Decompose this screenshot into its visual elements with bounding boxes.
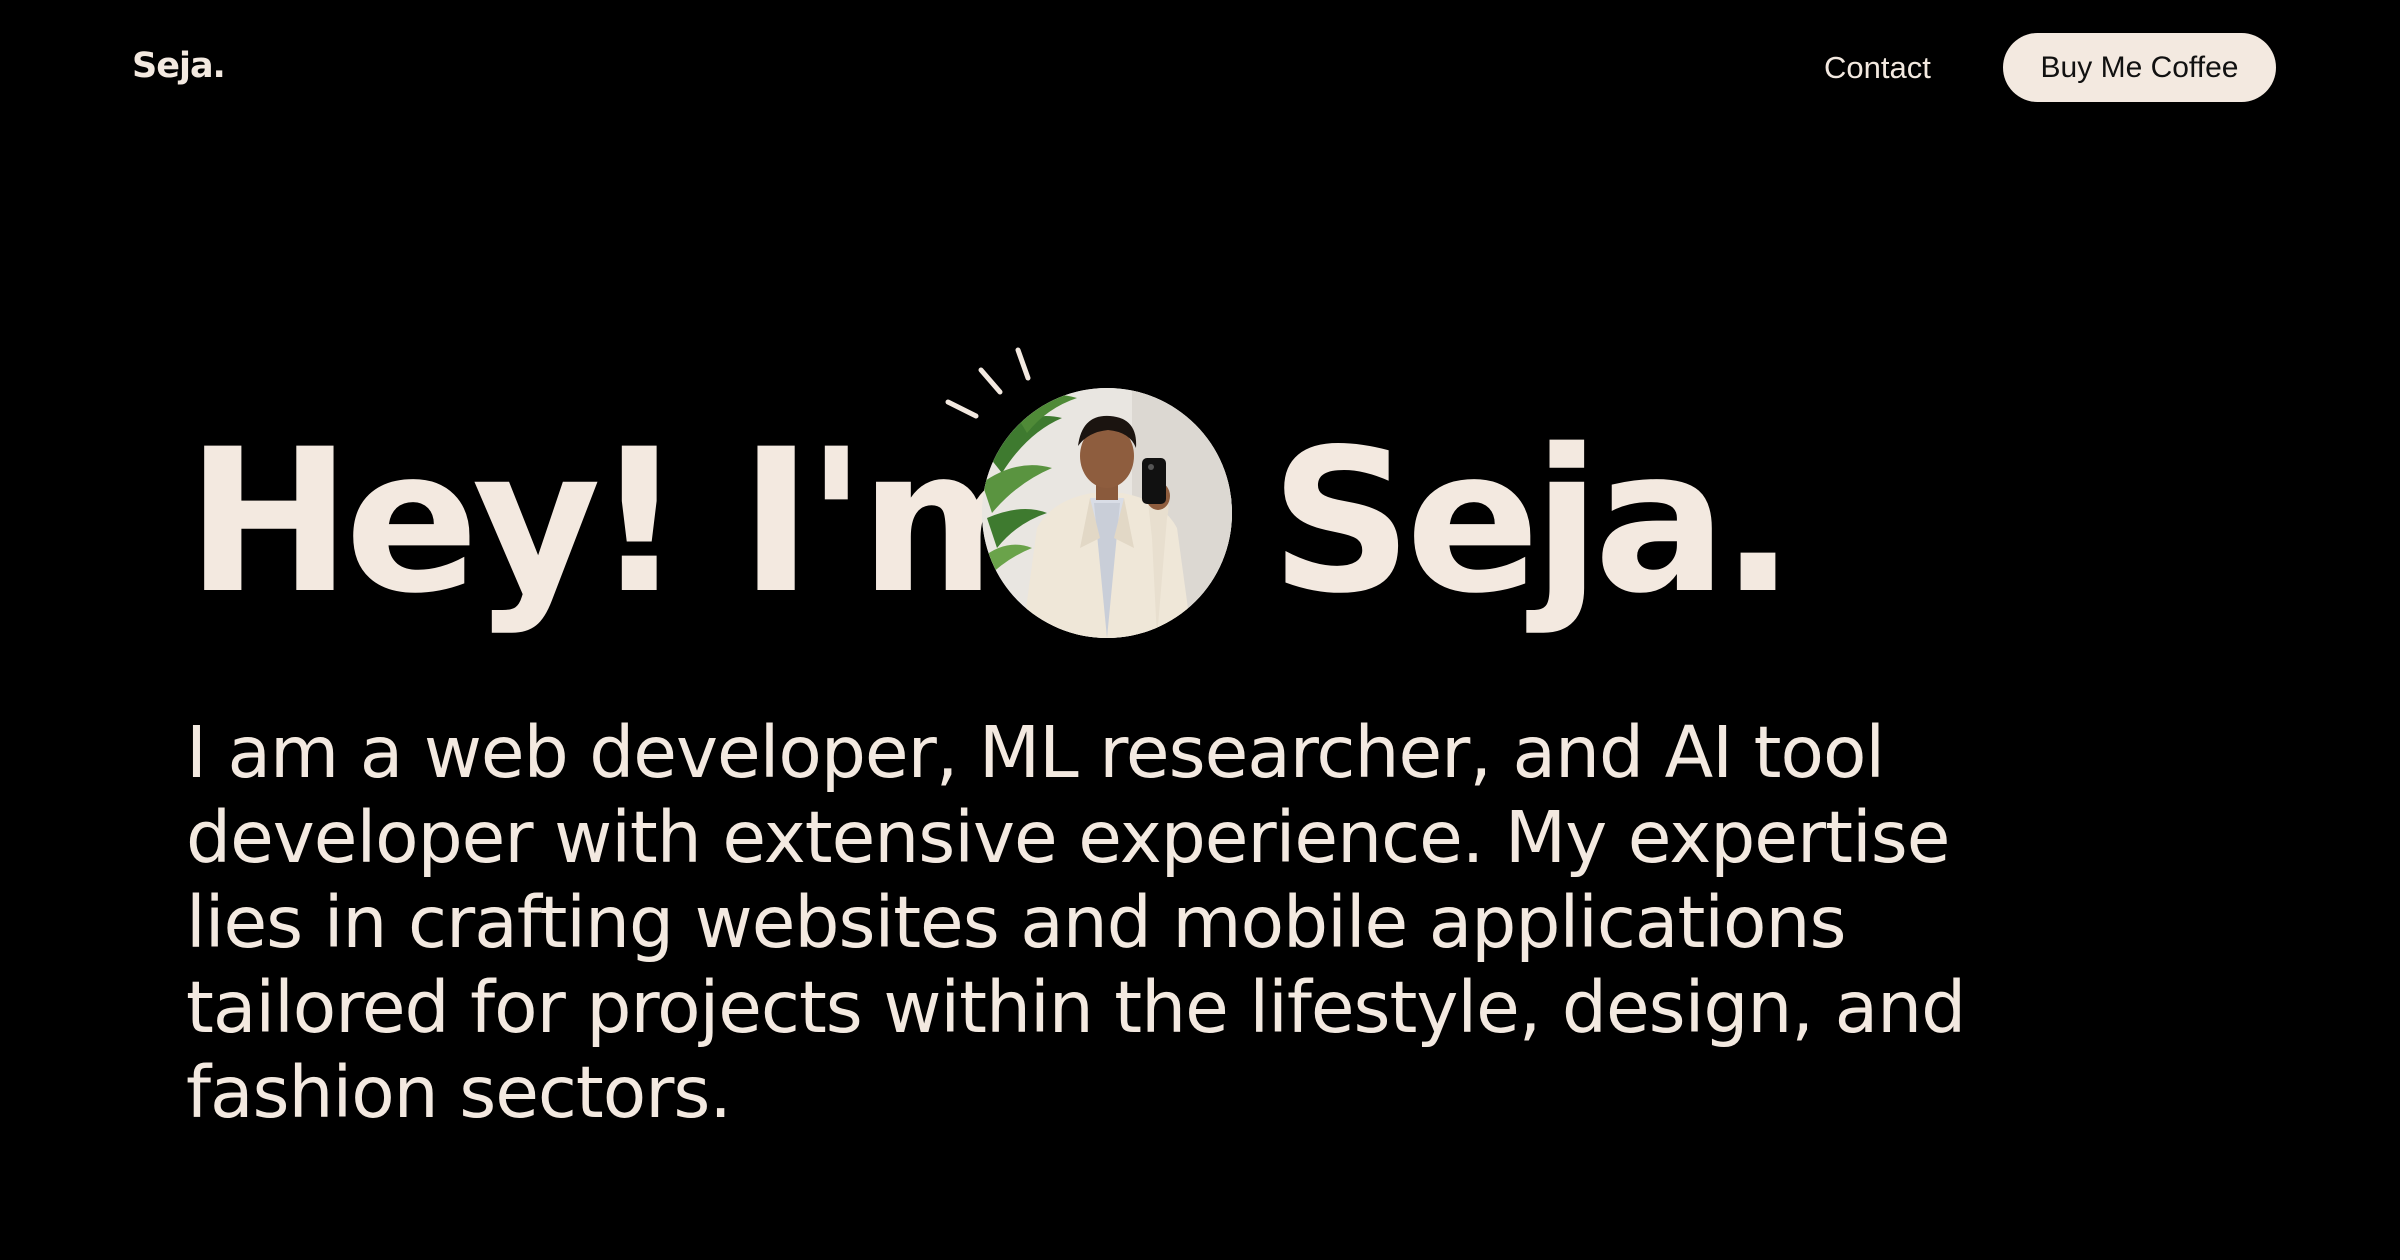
- bio-paragraph: I am a web developer, ML researcher, and…: [186, 710, 2086, 1135]
- hero-name: Seja.: [1270, 406, 1796, 637]
- bio-line: fashion sectors.: [186, 1051, 732, 1134]
- top-navbar: Seja. Contact Buy Me Coffee: [0, 0, 2400, 140]
- hero-heading: Hey! I'm Seja.: [186, 347, 1796, 638]
- buy-me-coffee-button[interactable]: Buy Me Coffee: [2003, 33, 2276, 102]
- bio-line: tailored for projects within the lifesty…: [186, 966, 1966, 1049]
- hero-greeting: Hey! I'm: [186, 406, 1066, 637]
- bio-line: developer with extensive experience. My …: [186, 796, 1950, 879]
- bio-line: lies in crafting websites and mobile app…: [186, 881, 1846, 964]
- site-logo[interactable]: Seja.: [132, 44, 226, 88]
- profile-photo: [982, 388, 1232, 638]
- contact-link[interactable]: Contact: [1824, 48, 1931, 88]
- portrait-illustration: [982, 388, 1232, 638]
- bio-line: I am a web developer, ML researcher, and…: [186, 711, 1885, 794]
